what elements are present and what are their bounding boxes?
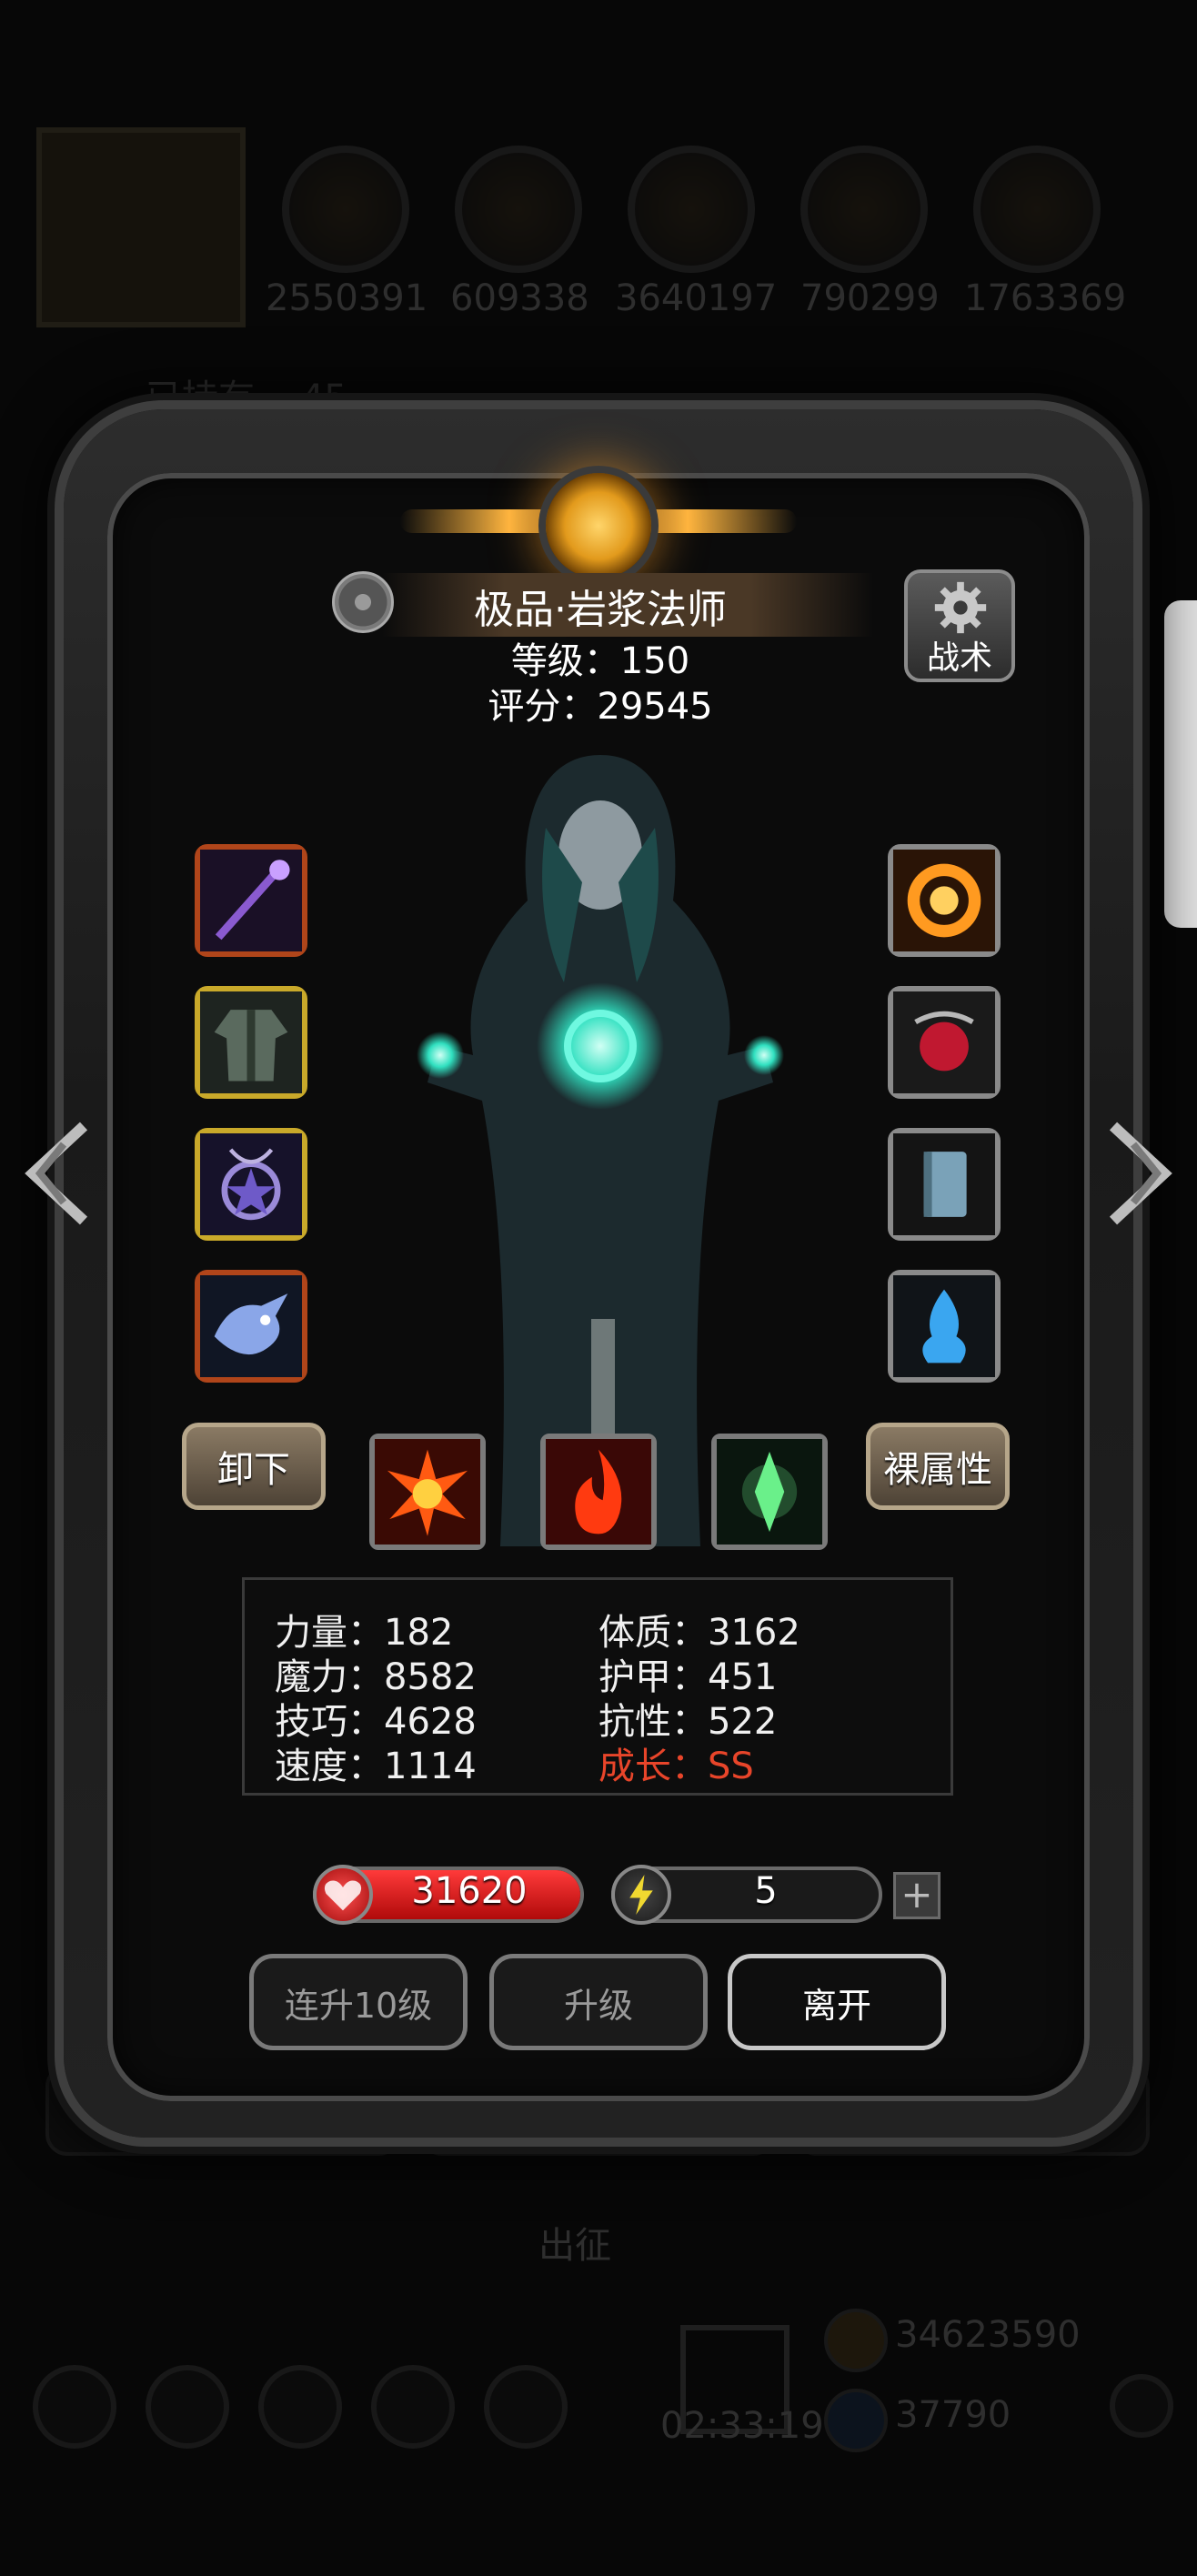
- resource-count: 790299: [800, 277, 940, 319]
- resource-icon: [800, 146, 928, 273]
- resource-count: 3640197: [615, 277, 778, 319]
- timer: 02:33:19: [660, 2405, 824, 2447]
- amulet-icon: [200, 1133, 302, 1235]
- staff-icon: [200, 850, 302, 951]
- red-orb-icon: [893, 991, 995, 1093]
- equip-slot-book[interactable]: [888, 1128, 1001, 1241]
- skill-slot[interactable]: [540, 1434, 657, 1550]
- add-energy-button[interactable]: +: [893, 1872, 940, 1919]
- level-up-button[interactable]: 升级: [489, 1954, 708, 2050]
- fire-ring-icon: [893, 850, 995, 951]
- menu-icon: [146, 2365, 229, 2449]
- skill-slot[interactable]: [369, 1434, 486, 1550]
- level-up-10-button[interactable]: 连升10级: [249, 1954, 468, 2050]
- equip-slot-spirit[interactable]: [888, 1270, 1001, 1383]
- menu-icon: [258, 2365, 342, 2449]
- resource-icon: [455, 146, 582, 273]
- hp-value: 31620: [411, 1870, 528, 1912]
- march-label: 出征: [538, 2225, 611, 2267]
- book-icon: [893, 1133, 995, 1235]
- gear-icon: [934, 581, 987, 634]
- equip-slot-pet[interactable]: [195, 1270, 307, 1383]
- hero-name: 极品·岩浆法师: [474, 587, 727, 633]
- gem-icon: [824, 2389, 888, 2452]
- resource-count: 2550391: [266, 277, 428, 319]
- leave-button[interactable]: 离开: [728, 1954, 946, 2050]
- tactics-button[interactable]: 战术: [904, 569, 1015, 682]
- menu-icon: [371, 2365, 455, 2449]
- robe-icon: [200, 991, 302, 1093]
- equip-slot-ring[interactable]: [888, 844, 1001, 957]
- equip-slot-amulet[interactable]: [195, 1128, 307, 1241]
- unequip-button[interactable]: 卸下: [182, 1423, 326, 1510]
- tactics-label: 战术: [926, 639, 992, 677]
- menu-icon: [484, 2365, 568, 2449]
- hero-score: 评分：29545: [488, 686, 713, 728]
- resource-icon: [628, 146, 755, 273]
- lightning-icon: [611, 1865, 671, 1925]
- skill-slot[interactable]: [711, 1434, 828, 1550]
- resource-count: 609338: [450, 277, 589, 319]
- equip-slot-weapon[interactable]: [195, 844, 307, 957]
- hero-portrait: [36, 127, 246, 327]
- equip-slot-orb[interactable]: [888, 986, 1001, 1099]
- stat-speed: 速度：1114: [275, 1746, 477, 1787]
- resource-icon: [973, 146, 1101, 273]
- heart-icon: [313, 1865, 373, 1925]
- menu-icon: [33, 2365, 116, 2449]
- flame-icon: [546, 1439, 651, 1545]
- dragon-icon: [200, 1275, 302, 1377]
- side-scroll-tab[interactable]: [1164, 600, 1197, 928]
- gold-amount: 34623590: [895, 2314, 1081, 2356]
- resource-icon: [282, 146, 409, 273]
- energy-value: 5: [754, 1870, 778, 1912]
- add-icon: [1110, 2374, 1173, 2438]
- resource-count: 1763369: [964, 277, 1127, 319]
- base-attributes-button[interactable]: 裸属性: [866, 1423, 1010, 1510]
- previous-hero-arrow-icon[interactable]: [15, 1119, 96, 1228]
- gem-amount: 37790: [895, 2394, 1011, 2436]
- blue-spirit-icon: [893, 1275, 995, 1377]
- green-crystal-icon: [717, 1439, 822, 1545]
- stat-growth: 成长：SS: [598, 1746, 754, 1787]
- equip-slot-armor[interactable]: [195, 986, 307, 1099]
- next-hero-arrow-icon[interactable]: [1101, 1119, 1182, 1228]
- gold-icon: [824, 2309, 888, 2372]
- fire-burst-icon: [375, 1439, 480, 1545]
- crest-emblem-icon: [546, 473, 651, 579]
